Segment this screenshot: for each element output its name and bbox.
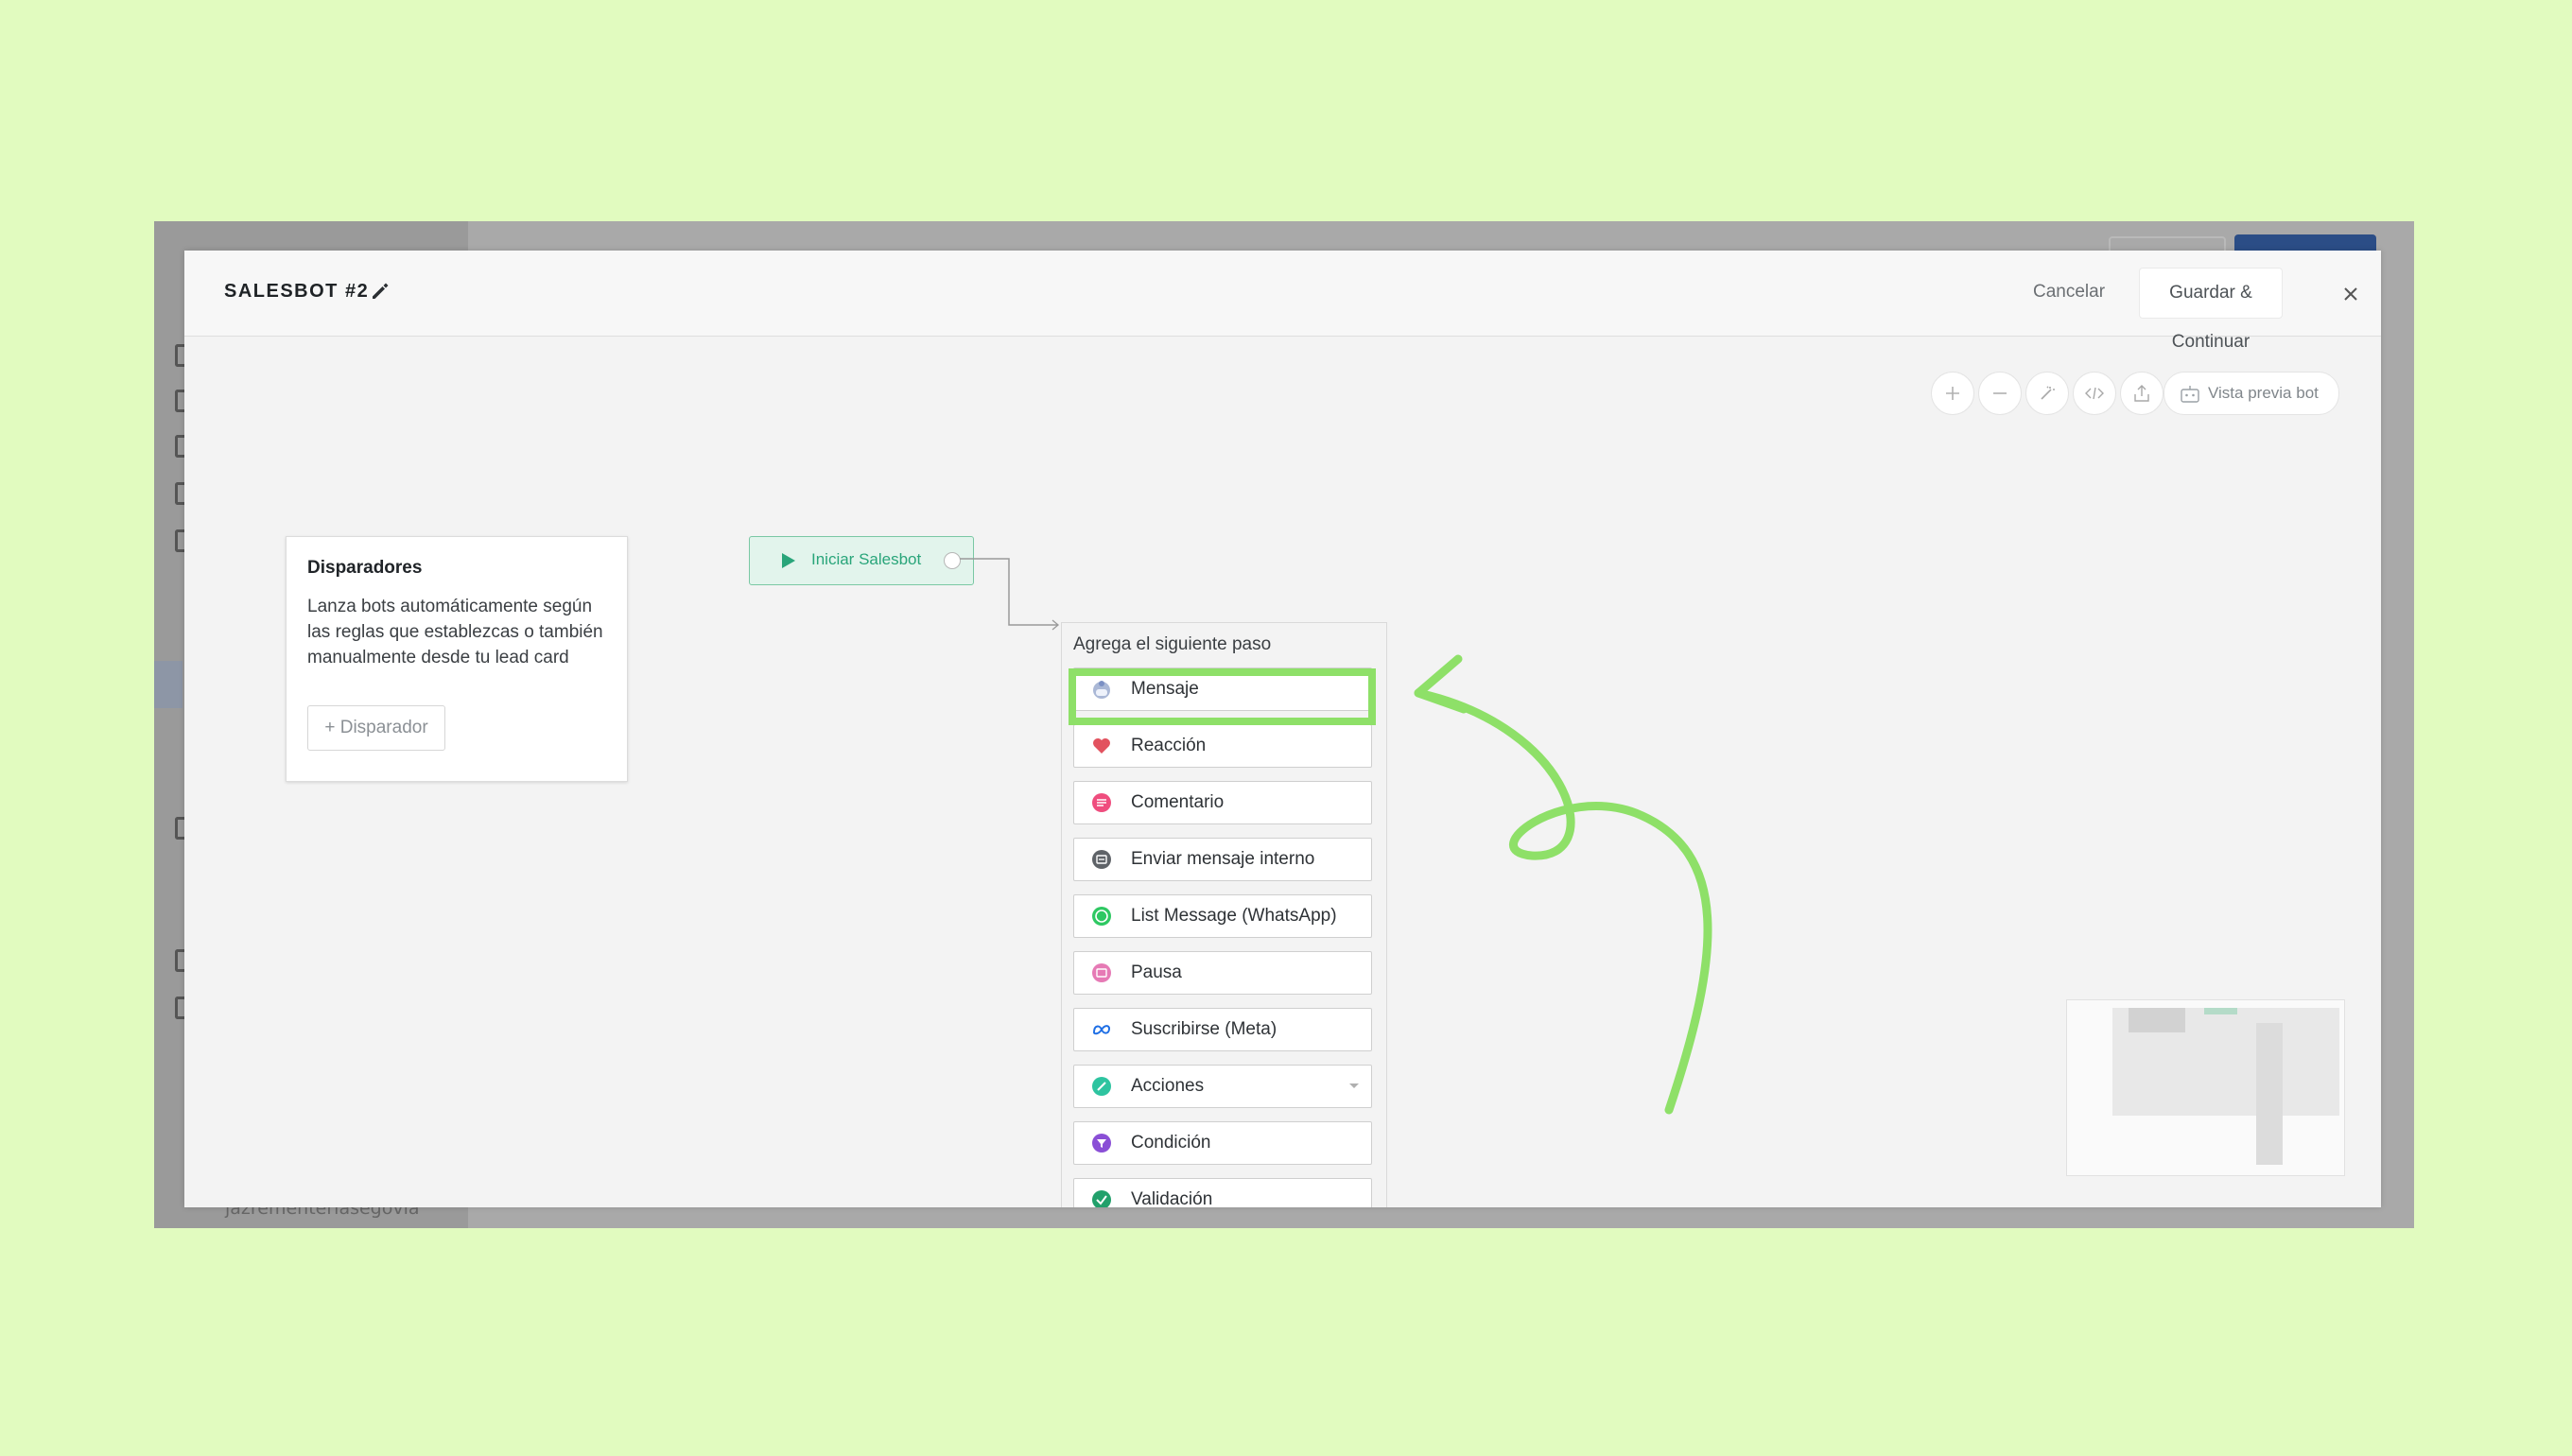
tutorial-arrow xyxy=(1414,654,1712,1115)
